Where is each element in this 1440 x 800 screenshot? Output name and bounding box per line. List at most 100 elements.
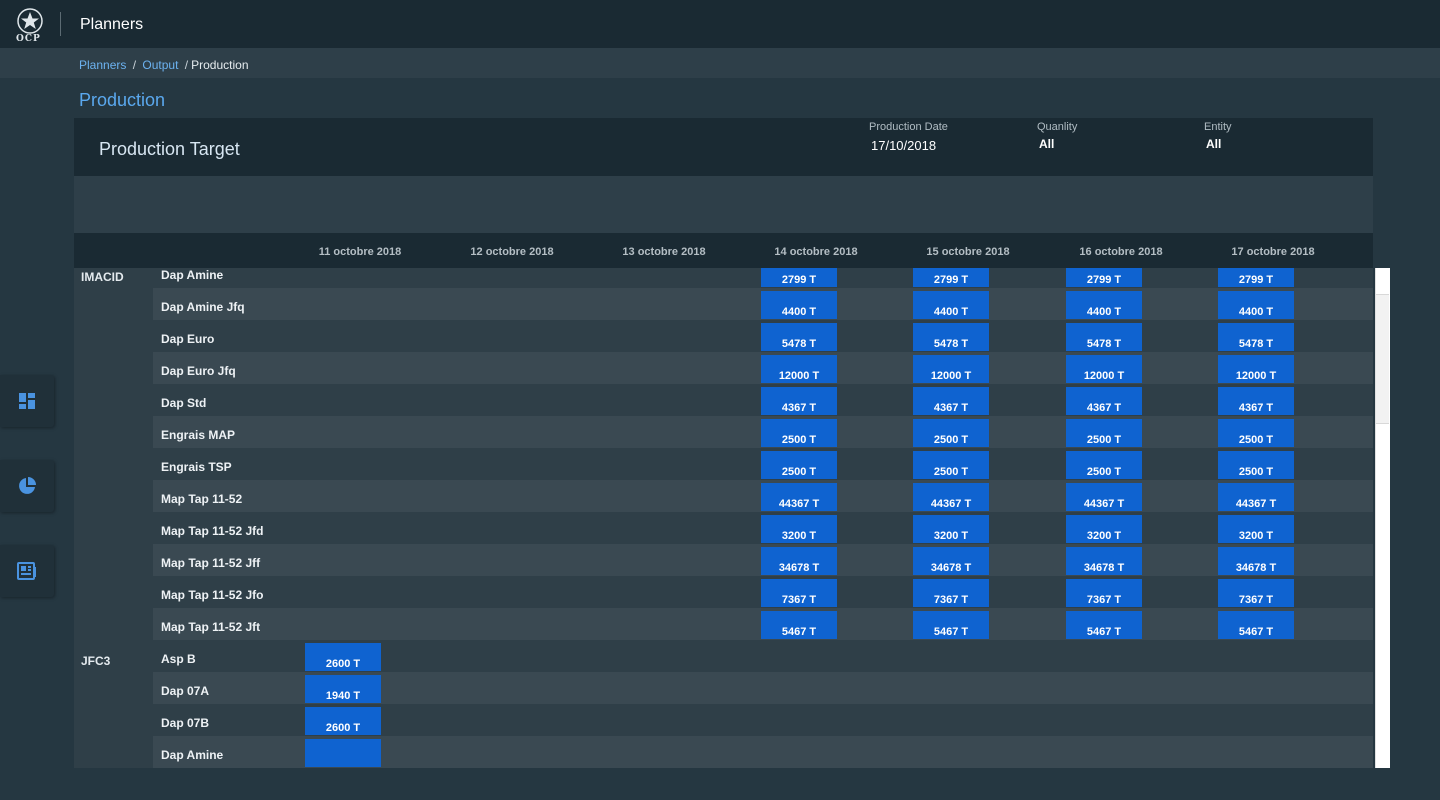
product-label: Dap Euro Jfq (161, 364, 236, 378)
production-value-cell[interactable]: 5478 T (1218, 323, 1294, 351)
table-row[interactable]: Engrais TSP 2500 T 2500 T 2500 T 2500 T (74, 448, 1373, 480)
production-value-cell[interactable]: 2500 T (1066, 419, 1142, 447)
table-row[interactable]: Dap 07A 1940 T (74, 672, 1373, 704)
production-value-cell[interactable]: 2500 T (761, 419, 837, 447)
production-value-cell[interactable]: 2799 T (1218, 268, 1294, 287)
table-row[interactable]: IMACID Dap Amine 2799 T 2799 T 2799 T 2799 T (74, 268, 1373, 288)
production-value-cell[interactable]: 4400 T (1066, 291, 1142, 319)
production-value-cell[interactable]: 2500 T (1218, 451, 1294, 479)
production-value-cell[interactable]: 2500 T (913, 451, 989, 479)
production-value-cell[interactable]: 5478 T (1066, 323, 1142, 351)
production-value-cell[interactable]: 5467 T (761, 611, 837, 639)
entity-column-cell (74, 704, 153, 736)
production-value-cell[interactable]: 5467 T (1066, 611, 1142, 639)
breadcrumb-planners-link[interactable]: Planners (79, 58, 126, 72)
production-value-cell[interactable]: 3200 T (761, 515, 837, 543)
production-value-cell[interactable]: 34678 T (1066, 547, 1142, 575)
production-value-cell[interactable]: 2799 T (913, 268, 989, 287)
production-value-cell[interactable]: 3200 T (1218, 515, 1294, 543)
production-value-cell[interactable]: 44367 T (1066, 483, 1142, 511)
sidebar-dashboard-button[interactable] (0, 375, 54, 427)
breadcrumb-separator: / (184, 58, 189, 72)
production-value-cell[interactable]: 34678 T (761, 547, 837, 575)
production-value-cell[interactable]: 34678 T (1218, 547, 1294, 575)
table-row[interactable]: Map Tap 11-52 Jfo 7367 T 7367 T 7367 T 7367 … (74, 576, 1373, 608)
production-value-cell[interactable]: 5478 T (913, 323, 989, 351)
production-value-cell[interactable]: 5467 T (1218, 611, 1294, 639)
quantity-label: Quanlity (1037, 121, 1078, 133)
table-row[interactable]: Dap Std 4367 T 4367 T 4367 T 4367 T (74, 384, 1373, 416)
date-column-header: 17 octobre 2018 (1231, 246, 1315, 258)
production-value-cell[interactable]: 2500 T (1066, 451, 1142, 479)
production-value-cell[interactable] (305, 739, 381, 767)
production-value-cell[interactable]: 3200 T (913, 515, 989, 543)
date-header-row: 11 octobre 2018 12 octobre 2018 13 octobre… (74, 233, 1373, 268)
production-value-cell[interactable]: 4400 T (1218, 291, 1294, 319)
sidebar-report-button[interactable] (0, 545, 54, 597)
table-row[interactable]: Dap Amine (74, 736, 1373, 768)
logo-text: OCP (16, 34, 41, 44)
production-date-field[interactable]: 17/10/2018 (871, 138, 936, 153)
production-value-cell[interactable]: 2799 T (1066, 268, 1142, 287)
production-value-cell[interactable]: 2600 T (305, 707, 381, 735)
entity-column-cell (74, 448, 153, 480)
production-value-cell[interactable]: 12000 T (761, 355, 837, 383)
product-label: Dap Amine (161, 268, 224, 282)
entity-column-cell (74, 512, 153, 544)
product-label: Dap 07B (161, 716, 210, 730)
production-value-cell[interactable]: 44367 T (913, 483, 989, 511)
table-row[interactable]: Dap Euro 5478 T 5478 T 5478 T 5478 T (74, 320, 1373, 352)
production-value-cell[interactable]: 4367 T (913, 387, 989, 415)
production-value-cell[interactable]: 2799 T (761, 268, 837, 287)
table-row[interactable]: Map Tap 11-52 Jft 5467 T 5467 T 5467 T 5467 … (74, 608, 1373, 640)
production-value-cell[interactable]: 7367 T (1066, 579, 1142, 607)
production-value-cell[interactable]: 4367 T (1066, 387, 1142, 415)
breadcrumb-current: Production (191, 58, 249, 72)
table-row[interactable]: Dap 07B 2600 T (74, 704, 1373, 736)
production-value-cell[interactable]: 44367 T (761, 483, 837, 511)
production-value-cell[interactable]: 5467 T (913, 611, 989, 639)
table-row[interactable]: Map Tap 11-52 Jfd 3200 T 3200 T 3200 T 3200 … (74, 512, 1373, 544)
product-label: Dap Amine Jfq (161, 300, 245, 314)
production-value-cell[interactable]: 44367 T (1218, 483, 1294, 511)
production-grid[interactable]: IMACID Dap Amine 2799 T 2799 T 2799 T 2799 TD… (74, 268, 1390, 768)
table-row[interactable]: Map Tap 11-52 Jff 34678 T 34678 T 34678 T 34… (74, 544, 1373, 576)
pie-chart-icon (19, 477, 36, 494)
date-column-header: 14 octobre 2018 (774, 246, 858, 258)
entity-column-cell (74, 384, 153, 416)
production-value-cell[interactable]: 3200 T (1066, 515, 1142, 543)
production-value-cell[interactable]: 7367 T (1218, 579, 1294, 607)
entity-select[interactable]: All (1206, 137, 1221, 151)
production-value-cell[interactable]: 2500 T (761, 451, 837, 479)
production-value-cell[interactable]: 2500 T (913, 419, 989, 447)
production-value-cell[interactable]: 4400 T (913, 291, 989, 319)
table-row[interactable]: Dap Amine Jfq 4400 T 4400 T 4400 T 4400 T (74, 288, 1373, 320)
table-row[interactable]: Engrais MAP 2500 T 2500 T 2500 T 2500 T (74, 416, 1373, 448)
header-divider (60, 12, 61, 36)
production-value-cell[interactable]: 4367 T (1218, 387, 1294, 415)
product-label: Dap 07A (161, 684, 210, 698)
production-value-cell[interactable]: 7367 T (761, 579, 837, 607)
production-value-cell[interactable]: 2600 T (305, 643, 381, 671)
breadcrumb-separator: / (132, 58, 137, 72)
production-value-cell[interactable]: 4367 T (761, 387, 837, 415)
breadcrumb-output-link[interactable]: Output (142, 58, 178, 72)
scrollbar-thumb[interactable] (1376, 294, 1389, 424)
production-value-cell[interactable]: 12000 T (1218, 355, 1294, 383)
table-row[interactable]: Dap Euro Jfq 12000 T 12000 T 12000 T 12000 T (74, 352, 1373, 384)
entity-column-cell (74, 352, 153, 384)
app-title: Planners (80, 16, 144, 33)
production-value-cell[interactable]: 12000 T (913, 355, 989, 383)
production-value-cell[interactable]: 4400 T (761, 291, 837, 319)
production-value-cell[interactable]: 12000 T (1066, 355, 1142, 383)
quantity-select[interactable]: All (1039, 137, 1054, 151)
table-row[interactable]: JFC3 Asp B 2600 T (74, 640, 1373, 672)
table-row[interactable]: Map Tap 11-52 44367 T 44367 T 44367 T 44367 … (74, 480, 1373, 512)
production-value-cell[interactable]: 5478 T (761, 323, 837, 351)
production-value-cell[interactable]: 34678 T (913, 547, 989, 575)
production-value-cell[interactable]: 1940 T (305, 675, 381, 703)
production-value-cell[interactable]: 2500 T (1218, 419, 1294, 447)
production-value-cell[interactable]: 7367 T (913, 579, 989, 607)
sidebar-chart-button[interactable] (0, 460, 54, 512)
top-bar: OCP Planners (0, 0, 1440, 48)
